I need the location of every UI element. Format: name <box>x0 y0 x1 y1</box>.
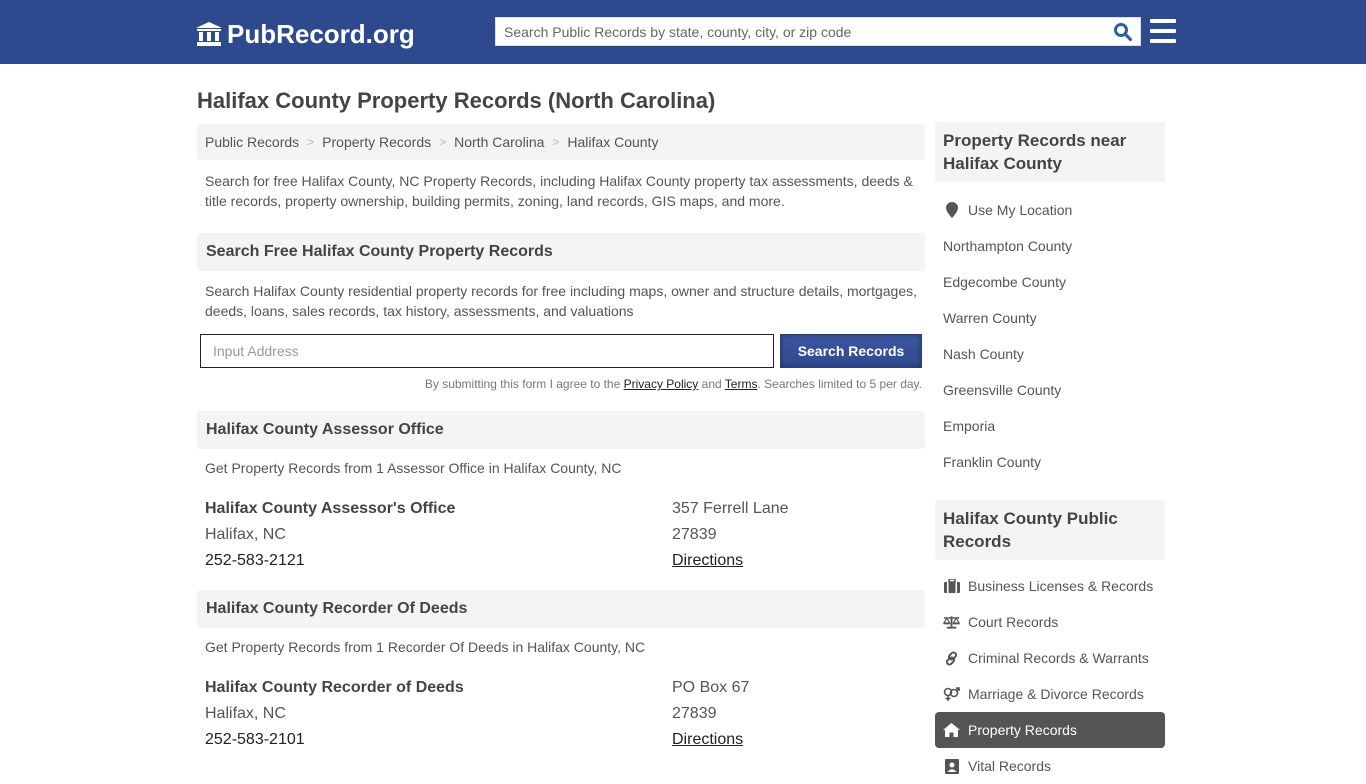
sidebar-item-label: Criminal Records & Warrants <box>968 650 1149 666</box>
use-my-location-label: Use My Location <box>968 202 1073 218</box>
nearby-list: Use My Location Northampton County Edgec… <box>935 192 1165 480</box>
address-input[interactable] <box>200 334 774 368</box>
nearby-title: Property Records near Halifax County <box>935 122 1165 182</box>
nearby-item[interactable]: Edgecombe County <box>935 264 1165 300</box>
sidebar: Property Records near Halifax County Use… <box>935 122 1165 784</box>
link-icon <box>943 650 960 666</box>
breadcrumb-north-carolina[interactable]: North Carolina <box>454 134 544 150</box>
public-records-title: Halifax County Public Records <box>935 500 1165 560</box>
office-name: Halifax County Assessor's Office <box>205 500 456 517</box>
sidebar-item-court[interactable]: Court Records <box>935 604 1165 640</box>
office-card: Halifax County Recorder of Deeds Halifax… <box>197 675 925 753</box>
sidebar-item-vital[interactable]: Vital Records <box>935 748 1165 784</box>
office-zip: 27839 <box>672 526 717 543</box>
sidebar-item-marriage[interactable]: Marriage & Divorce Records <box>935 676 1165 712</box>
home-icon <box>943 722 960 738</box>
privacy-policy-link[interactable]: Privacy Policy <box>624 377 699 391</box>
header-search <box>495 17 1141 46</box>
nearby-item[interactable]: Northampton County <box>935 228 1165 264</box>
recorder-section-description: Get Property Records from 1 Recorder Of … <box>205 639 646 655</box>
directions-link[interactable]: Directions <box>672 731 743 748</box>
page-title: Halifax County Property Records (North C… <box>197 88 716 113</box>
search-section-title: Search Free Halifax County Property Reco… <box>197 233 925 271</box>
office-city: Halifax, NC <box>205 705 286 722</box>
sidebar-item-label: Court Records <box>968 614 1059 630</box>
nearby-item[interactable]: Nash County <box>935 336 1165 372</box>
sidebar-item-label: Business Licenses & Records <box>968 578 1154 594</box>
nearby-item[interactable]: Warren County <box>935 300 1165 336</box>
form-disclaimer: By submitting this form I agree to the P… <box>197 377 925 391</box>
breadcrumb-property-records[interactable]: Property Records <box>322 134 431 150</box>
menu-bar <box>1150 39 1176 43</box>
main-content: Public Records > Property Records > Nort… <box>197 124 925 753</box>
public-records-list: Business Licenses & Records Court Record… <box>935 568 1165 784</box>
breadcrumb-halifax-county[interactable]: Halifax County <box>567 134 658 150</box>
disclaimer-prefix: By submitting this form I agree to the <box>424 377 624 391</box>
directions-link[interactable]: Directions <box>672 552 743 569</box>
sidebar-item-property[interactable]: Property Records <box>935 712 1165 748</box>
map-marker-icon <box>943 202 960 218</box>
disclaimer-suffix: . Searches limited to 5 per day. <box>757 377 922 391</box>
office-city: Halifax, NC <box>205 526 286 543</box>
office-address: PO Box 67 <box>672 679 750 696</box>
header-search-button[interactable] <box>1106 18 1140 45</box>
sidebar-item-business[interactable]: Business Licenses & Records <box>935 568 1165 604</box>
header-search-input[interactable] <box>496 18 1106 45</box>
search-icon <box>1114 22 1133 41</box>
office-phone[interactable]: 252-583-2101 <box>205 727 672 753</box>
office-address: 357 Ferrell Lane <box>672 500 789 517</box>
breadcrumb-separator: > <box>552 135 560 149</box>
nearby-item[interactable]: Franklin County <box>935 444 1165 480</box>
logo-text: PubRecord.org <box>227 18 415 49</box>
sidebar-item-label: Vital Records <box>968 758 1052 774</box>
menu-bar <box>1150 19 1176 23</box>
menu-bar <box>1150 29 1176 33</box>
sidebar-item-label: Property Records <box>968 722 1077 738</box>
site-header: PubRecord.org <box>0 0 1366 64</box>
breadcrumb: Public Records > Property Records > Nort… <box>197 124 925 160</box>
office-zip: 27839 <box>672 705 717 722</box>
assessor-section-description: Get Property Records from 1 Assessor Off… <box>205 460 622 476</box>
assessor-section-title: Halifax County Assessor Office <box>197 411 925 449</box>
nearby-item[interactable]: Greensville County <box>935 372 1165 408</box>
search-records-button[interactable]: Search Records <box>780 334 922 368</box>
nearby-item[interactable]: Emporia <box>935 408 1165 444</box>
breadcrumb-public-records[interactable]: Public Records <box>205 134 299 150</box>
briefcase-icon <box>943 578 960 594</box>
sidebar-item-label: Marriage & Divorce Records <box>968 686 1144 702</box>
balance-scale-icon <box>943 614 960 630</box>
address-search-form: Search Records <box>197 334 925 368</box>
office-card: Halifax County Assessor's Office Halifax… <box>197 496 925 574</box>
id-card-icon <box>943 758 960 774</box>
venus-mars-icon <box>943 686 960 702</box>
intro-text: Search for free Halifax County, NC Prope… <box>205 173 913 209</box>
office-phone[interactable]: 252-583-2121 <box>205 548 672 574</box>
disclaimer-and: and <box>698 377 725 391</box>
breadcrumb-separator: > <box>439 135 447 149</box>
sidebar-item-criminal[interactable]: Criminal Records & Warrants <box>935 640 1165 676</box>
terms-link[interactable]: Terms <box>725 377 758 391</box>
use-my-location[interactable]: Use My Location <box>935 192 1165 228</box>
breadcrumb-separator: > <box>307 135 315 149</box>
hamburger-menu-icon[interactable] <box>1150 19 1176 43</box>
site-logo[interactable]: PubRecord.org <box>195 17 415 51</box>
courthouse-icon <box>196 22 222 46</box>
office-name: Halifax County Recorder of Deeds <box>205 679 464 696</box>
recorder-section-title: Halifax County Recorder Of Deeds <box>197 590 925 628</box>
search-section-description: Search Halifax County residential proper… <box>205 283 918 319</box>
